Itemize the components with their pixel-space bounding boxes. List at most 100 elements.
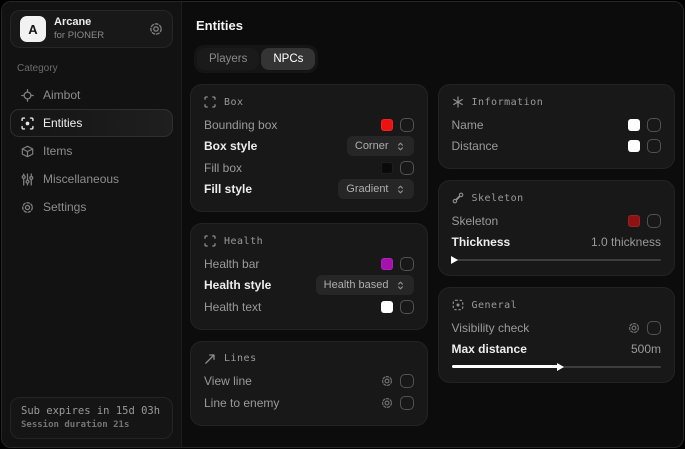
crosshair-icon: [21, 89, 34, 102]
app-name: Arcane: [54, 16, 104, 30]
category-label: Category: [17, 63, 166, 74]
sidebar-item-label: Entities: [43, 116, 82, 130]
tab-npcs[interactable]: NPCs: [261, 48, 315, 70]
sidebar-item-label: Items: [43, 144, 72, 158]
subscription-info: Sub expires in 15d 03h Session duration …: [10, 397, 173, 439]
corner-brackets-icon: [204, 96, 216, 108]
card-general: General Visibility check Max distance 50…: [438, 287, 676, 383]
health-bar-checkbox[interactable]: [400, 257, 414, 271]
session-duration-text: Session duration 21s: [21, 420, 162, 430]
main-content: Entities Players NPCs Box Bounding box: [182, 2, 683, 447]
name-checkbox[interactable]: [647, 118, 661, 132]
gear-icon[interactable]: [628, 322, 640, 334]
color-swatch[interactable]: [628, 140, 640, 152]
card-title: Box: [224, 97, 244, 108]
chevron-updown-icon: [395, 141, 406, 152]
card-health: Health Health bar Health style Health ba…: [190, 223, 428, 330]
view-line-checkbox[interactable]: [400, 374, 414, 388]
thickness-value: 1.0 thickness: [591, 235, 661, 249]
sparkle-icon: [452, 96, 464, 108]
line-to-enemy-checkbox[interactable]: [400, 396, 414, 410]
setting-row-thickness: Thickness 1.0 thickness: [452, 232, 662, 254]
gear-icon[interactable]: [149, 22, 163, 36]
card-title: General: [472, 300, 518, 311]
distance-checkbox[interactable]: [647, 139, 661, 153]
sidebar-item-label: Miscellaneous: [43, 172, 119, 186]
color-swatch[interactable]: [381, 119, 393, 131]
color-swatch[interactable]: [381, 258, 393, 270]
slider-thumb[interactable]: [451, 256, 458, 264]
setting-row-fill-box: Fill box: [204, 157, 414, 179]
setting-row-health-text: Health text: [204, 296, 414, 318]
sidebar-item-settings[interactable]: Settings: [10, 193, 173, 221]
thickness-slider[interactable]: [452, 255, 662, 264]
sidebar-item-label: Settings: [43, 200, 86, 214]
setting-row-box-style: Box style Corner: [204, 136, 414, 158]
gear-icon[interactable]: [381, 375, 393, 387]
setting-row-health-bar: Health bar: [204, 253, 414, 275]
tab-group: Players NPCs: [194, 45, 318, 73]
setting-row-visibility-check: Visibility check: [452, 317, 662, 339]
sidebar: A Arcane for PIONER Category Aimbot Enti…: [2, 2, 182, 447]
card-box: Box Bounding box Box style Corner: [190, 84, 428, 212]
bounding-box-checkbox[interactable]: [400, 118, 414, 132]
sliders-icon: [21, 173, 34, 186]
diagonal-arrow-icon: [204, 353, 216, 365]
cube-icon: [21, 145, 34, 158]
dashed-square-icon: [452, 299, 464, 311]
page-title: Entities: [196, 18, 675, 33]
gear-icon[interactable]: [381, 397, 393, 409]
sub-expires-text: Sub expires in 15d 03h: [21, 405, 162, 417]
fill-style-select[interactable]: Gradient: [338, 179, 413, 199]
color-swatch[interactable]: [628, 215, 640, 227]
slider-thumb[interactable]: [557, 363, 564, 371]
sidebar-item-entities[interactable]: Entities: [10, 109, 173, 137]
color-swatch[interactable]: [381, 162, 393, 174]
fill-box-checkbox[interactable]: [400, 161, 414, 175]
card-title: Information: [472, 97, 544, 108]
app-subtitle: for PIONER: [54, 30, 104, 42]
setting-row-distance: Distance: [452, 136, 662, 158]
setting-row-name: Name: [452, 114, 662, 136]
setting-row-line-to-enemy: Line to enemy: [204, 392, 414, 414]
health-style-select[interactable]: Health based: [316, 275, 414, 295]
app-logo: A: [20, 16, 46, 42]
setting-row-bounding-box: Bounding box: [204, 114, 414, 136]
sidebar-item-items[interactable]: Items: [10, 137, 173, 165]
app-logo-card: A Arcane for PIONER: [10, 10, 173, 48]
health-text-checkbox[interactable]: [400, 300, 414, 314]
card-lines: Lines View line Line to enemy: [190, 341, 428, 426]
tab-players[interactable]: Players: [197, 48, 259, 70]
bone-icon: [452, 192, 464, 204]
card-title: Health: [224, 236, 263, 247]
box-style-select[interactable]: Corner: [347, 136, 414, 156]
setting-row-skeleton: Skeleton: [452, 210, 662, 232]
app-window: A Arcane for PIONER Category Aimbot Enti…: [1, 1, 684, 448]
corner-brackets-icon: [204, 235, 216, 247]
setting-row-fill-style: Fill style Gradient: [204, 179, 414, 201]
max-distance-value: 500m: [631, 342, 661, 356]
setting-row-health-style: Health style Health based: [204, 275, 414, 297]
card-information: Information Name Distance: [438, 84, 676, 169]
color-swatch[interactable]: [628, 119, 640, 131]
chevron-updown-icon: [395, 184, 406, 195]
scan-target-icon: [21, 117, 34, 130]
chevron-updown-icon: [395, 280, 406, 291]
slider-fill: [452, 365, 561, 368]
setting-row-view-line: View line: [204, 371, 414, 393]
logo-letter: A: [28, 22, 37, 37]
color-swatch[interactable]: [381, 301, 393, 313]
skeleton-checkbox[interactable]: [647, 214, 661, 228]
slider-track: [452, 259, 662, 261]
max-distance-slider[interactable]: [452, 362, 662, 371]
card-skeleton: Skeleton Skeleton Thickness 1.0 thicknes…: [438, 180, 676, 276]
sidebar-item-aimbot[interactable]: Aimbot: [10, 81, 173, 109]
sidebar-nav: Aimbot Entities Items Miscellaneous: [10, 81, 173, 221]
visibility-check-checkbox[interactable]: [647, 321, 661, 335]
settings-grid: Box Bounding box Box style Corner: [190, 84, 675, 426]
sidebar-item-miscellaneous[interactable]: Miscellaneous: [10, 165, 173, 193]
card-title: Skeleton: [472, 193, 524, 204]
card-title: Lines: [224, 353, 257, 364]
sidebar-item-label: Aimbot: [43, 88, 80, 102]
setting-row-max-distance: Max distance 500m: [452, 339, 662, 361]
